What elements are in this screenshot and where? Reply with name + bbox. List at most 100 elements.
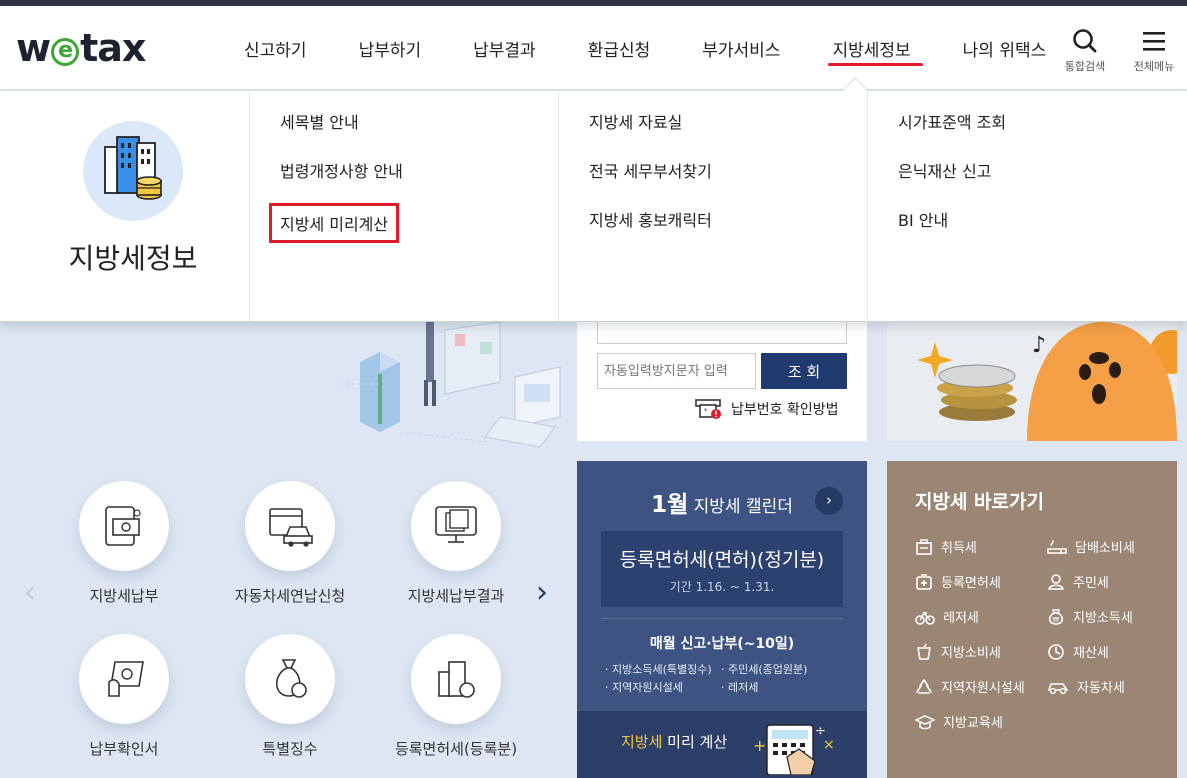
site-header: w e tax 신고하기 납부하기 납부결과 환급신청 부가서비스 지방세정보 나의… xyxy=(0,6,1187,90)
menu-item-find-tax-office[interactable]: 전국 세무부서찾기 xyxy=(559,158,867,207)
main-navigation: 신고하기 납부하기 납부결과 환급신청 부가서비스 지방세정보 나의 위택스 xyxy=(244,36,1098,66)
login-panel: 조 회 * 납부번호 확인방법 xyxy=(577,322,867,441)
leisure-tax-icon xyxy=(915,611,935,625)
buildings-coins-icon xyxy=(104,136,162,200)
shortcut-vehicle-tax[interactable]: 자동차세 xyxy=(1047,677,1165,696)
search-label: 통합검색 xyxy=(1064,60,1106,73)
service-registration-tax[interactable]: 등록면허세(등록분) xyxy=(371,634,541,759)
local-consumption-tax-icon xyxy=(917,643,931,660)
hamburger-menu-icon xyxy=(1143,32,1165,51)
nav-item-additional-services[interactable]: 부가서비스 xyxy=(702,36,780,61)
query-button[interactable]: 조 회 xyxy=(761,353,847,389)
calendar-title: 지방세 캘린더 xyxy=(693,497,793,517)
nav-item-report[interactable]: 신고하기 xyxy=(244,36,307,61)
payment-result-icon xyxy=(435,506,477,543)
nav-item-refund[interactable]: 환급신청 xyxy=(588,36,651,61)
shortcut-resident-tax[interactable]: 주민세 xyxy=(1047,572,1165,591)
promo-banner[interactable]: ♪ xyxy=(887,322,1177,441)
calendar-event-card[interactable]: 등록면허세(면허)(정기분) 기간 1.16. ~ 1.31. xyxy=(601,531,843,607)
regional-resource-tax-icon xyxy=(916,678,932,694)
services-prev-arrow-icon[interactable]: ‹ xyxy=(24,575,36,610)
tax-precalculation-banner[interactable]: 지방세 미리 계산 + ÷ × xyxy=(577,711,867,778)
payment-number-help-label: 납부번호 확인방법 xyxy=(731,402,839,418)
tax-payment-icon xyxy=(105,506,141,546)
dropdown-icon-circle xyxy=(83,121,183,221)
full-menu-label: 전체메뉴 xyxy=(1133,60,1175,73)
shortcut-local-education-tax[interactable]: 지방교육세 xyxy=(915,712,1047,731)
shortcut-property-tax[interactable]: 재산세 xyxy=(1047,642,1165,661)
partial-login-field[interactable] xyxy=(597,322,847,344)
calendar-month: 1월 xyxy=(651,492,689,518)
special-collection-icon xyxy=(275,659,307,698)
resident-tax-icon xyxy=(1048,573,1064,590)
chevron-right-icon: › xyxy=(826,491,832,509)
menu-item-law-revision-guide[interactable]: 법령개정사항 안내 xyxy=(250,158,558,207)
svg-text:+: + xyxy=(753,736,766,755)
svg-text:₩: ₩ xyxy=(1053,616,1060,624)
local-tax-shortcuts: 지방세 바로가기 취득세 담배소비세 등록면허세 주민세 레저세 ₩ 지방소득세… xyxy=(887,461,1177,778)
nav-item-local-tax-info[interactable]: 지방세정보 xyxy=(828,36,923,66)
wetax-logo[interactable]: w e tax xyxy=(16,26,146,70)
calendar-event-period: 기간 1.16. ~ 1.31. xyxy=(669,580,775,594)
nav-item-payment-result[interactable]: 납부결과 xyxy=(473,36,536,61)
local-education-tax-icon xyxy=(915,714,935,729)
list-item: · 레저세 xyxy=(721,681,759,694)
payment-number-help-link[interactable]: * 납부번호 확인방법 xyxy=(695,398,839,420)
service-payment-result[interactable]: 지방세납부결과 xyxy=(371,481,541,606)
menu-item-local-tax-archive[interactable]: 지방세 자료실 xyxy=(559,109,867,158)
menu-item-standard-price-lookup[interactable]: 시가표준액 조회 xyxy=(868,109,1177,158)
car-tax-icon xyxy=(269,508,313,547)
calendar-next-button[interactable]: › xyxy=(815,487,843,515)
calendar-monthly-heading: 매월 신고·납부(~10일) xyxy=(649,636,795,652)
service-local-tax-payment[interactable]: 지방세납부 xyxy=(39,481,209,606)
local-tax-info-dropdown: 지방세정보 세목별 안내 법령개정사항 안내 지방세 미리계산 지방세 자료실 … xyxy=(0,91,1187,321)
shortcut-acquisition-tax[interactable]: 취득세 xyxy=(915,537,1047,556)
shortcuts-title: 지방세 바로가기 xyxy=(915,491,1044,513)
menu-item-bi-guide[interactable]: BI 안내 xyxy=(868,207,1177,256)
dropdown-column-2: 지방세 자료실 전국 세무부서찾기 지방세 홍보캐릭터 xyxy=(559,91,868,321)
service-payment-certificate[interactable]: 납부확인서 xyxy=(39,634,209,759)
list-item: · 주민세(종업원분) xyxy=(721,663,808,676)
shortcut-regional-resource-tax[interactable]: 지역자원시설세 xyxy=(915,677,1047,696)
service-car-tax-annual[interactable]: 자동차세연납신청 xyxy=(205,481,375,606)
hero-illustration xyxy=(340,322,561,448)
menu-item-tax-mascot[interactable]: 지방세 홍보캐릭터 xyxy=(559,207,867,256)
dropdown-column-1: 세목별 안내 법령개정사항 안내 지방세 미리계산 xyxy=(250,91,559,321)
precalc-label: 미리 계산 xyxy=(662,733,728,751)
dropdown-column-3: 시가표준액 조회 은닉재산 신고 BI 안내 xyxy=(868,91,1177,321)
service-special-collection[interactable]: 특별징수 xyxy=(205,634,375,759)
svg-text:♪: ♪ xyxy=(1032,333,1046,358)
calendar-event-title: 등록면허세(면허)(정기분) xyxy=(619,549,825,571)
dropdown-title: 지방세정보 xyxy=(68,242,198,275)
mascot-illustration: ♪ xyxy=(887,322,1177,441)
shortcut-local-consumption-tax[interactable]: 지방소비세 xyxy=(915,642,1047,661)
svg-text:*: * xyxy=(704,407,708,415)
full-menu-button[interactable]: 전체메뉴 xyxy=(1131,28,1177,74)
shortcut-registration-license-tax[interactable]: 등록면허세 xyxy=(915,572,1047,591)
dropdown-side-panel: 지방세정보 xyxy=(0,91,250,321)
list-item: · 지역자원시설세 xyxy=(605,681,683,694)
shortcut-local-income-tax[interactable]: ₩ 지방소득세 xyxy=(1047,607,1165,626)
precalc-highlight: 지방세 xyxy=(621,733,663,751)
quick-services: ‹ › 지방세납부 자동차세연납신청 지방세납부결과 납부확인서 특별징수 등록… xyxy=(0,460,570,778)
shortcut-leisure-tax[interactable]: 레저세 xyxy=(915,607,1047,626)
calendar-monthly-list: · 지방소득세(특별징수) · 주민세(종업원분) · 지역자원시설세 · 레저… xyxy=(605,661,845,695)
local-tax-calendar: 1월 지방세 캘린더 › 등록면허세(면허)(정기분) 기간 1.16. ~ 1… xyxy=(577,461,867,778)
payment-certificate-icon xyxy=(108,661,144,697)
menu-item-tax-type-guide[interactable]: 세목별 안내 xyxy=(250,109,558,158)
vehicle-tax-icon xyxy=(1047,682,1069,694)
search-icon xyxy=(1073,29,1097,53)
menu-item-hidden-asset-report[interactable]: 은닉재산 신고 xyxy=(868,158,1177,207)
tobacco-tax-icon xyxy=(1047,539,1067,554)
nav-item-pay[interactable]: 납부하기 xyxy=(359,36,422,61)
svg-text:×: × xyxy=(823,737,835,753)
calendar-divider xyxy=(601,618,843,619)
registration-tax-icon xyxy=(438,661,475,698)
menu-item-local-tax-precalculation[interactable]: 지방세 미리계산 xyxy=(250,203,558,256)
search-button[interactable]: 통합검색 xyxy=(1062,28,1108,74)
nav-item-my-wetax[interactable]: 나의 위택스 xyxy=(963,36,1047,61)
shortcut-tobacco-tax[interactable]: 담배소비세 xyxy=(1047,537,1165,556)
acquisition-tax-icon xyxy=(916,538,932,555)
captcha-input[interactable] xyxy=(597,353,756,389)
shortcuts-grid: 취득세 담배소비세 등록면허세 주민세 레저세 ₩ 지방소득세 지방소비세 재산 xyxy=(915,537,1165,731)
